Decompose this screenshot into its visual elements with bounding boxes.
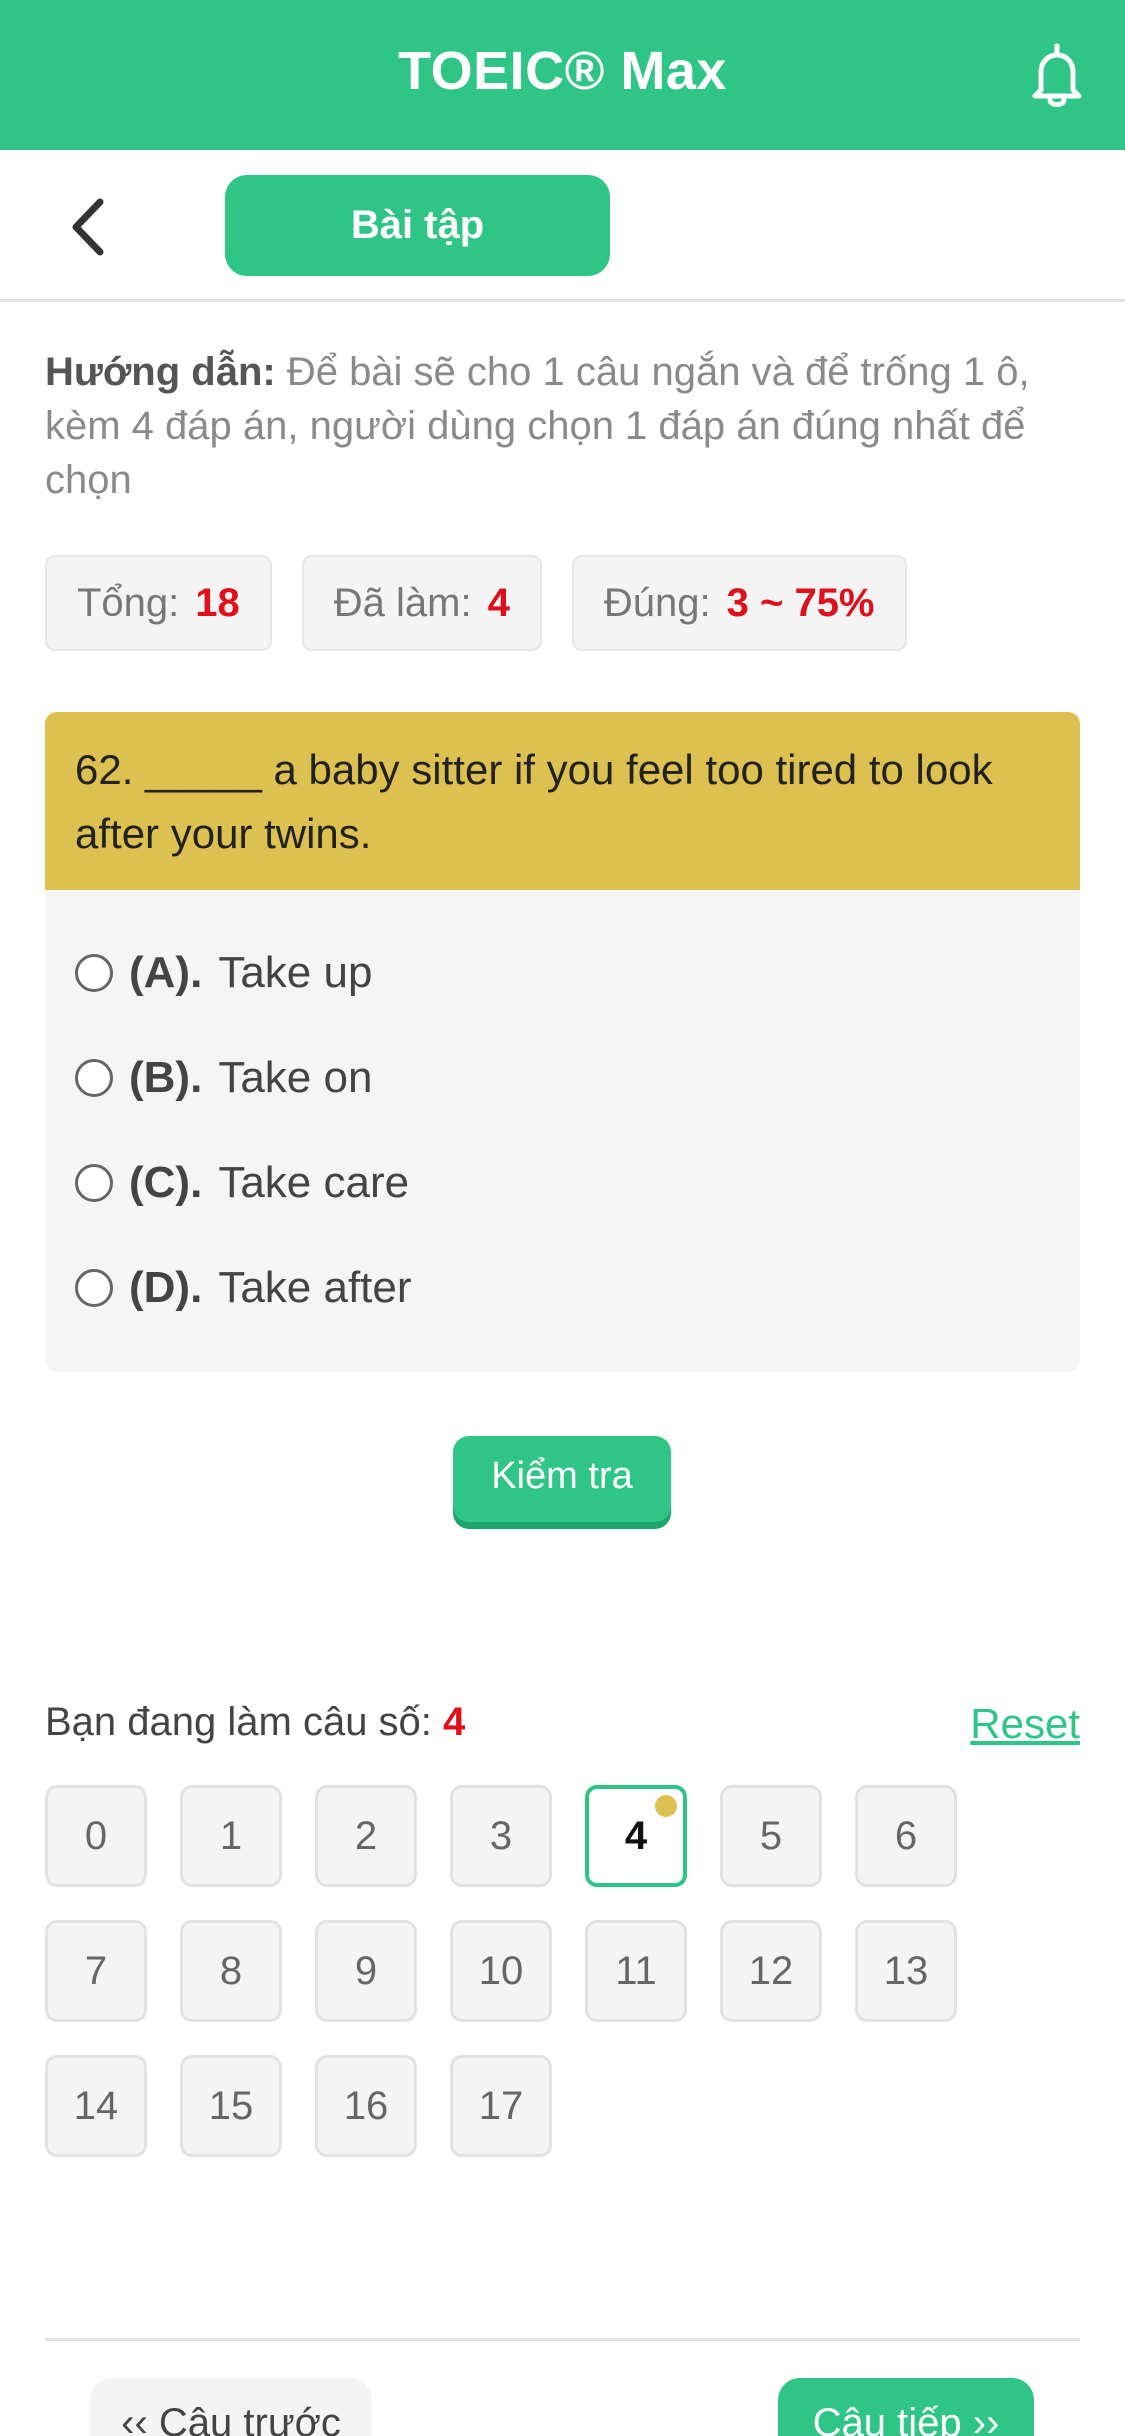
- instruction-label: Hướng dẫn:: [45, 350, 276, 394]
- question-number-cell[interactable]: 5: [720, 1785, 822, 1887]
- option-c[interactable]: (C). Take care: [45, 1130, 1080, 1235]
- question-number-cell[interactable]: 17: [450, 2055, 552, 2157]
- option-letter: (A).: [129, 947, 203, 997]
- question-number-cell[interactable]: 4: [585, 1785, 687, 1887]
- radio-button[interactable]: [75, 1163, 113, 1202]
- sub-nav: Bài tập: [0, 150, 1125, 302]
- option-d[interactable]: (D). Take after: [45, 1235, 1080, 1340]
- cell-number: 4: [624, 1814, 648, 1858]
- question-number-cell[interactable]: 11: [585, 1920, 687, 2022]
- stat-total: Tổng: 18: [45, 555, 272, 651]
- question-number-cell[interactable]: 6: [855, 1785, 957, 1887]
- question-card: 62. _____ a baby sitter if you feel too …: [45, 712, 1080, 1372]
- question-number-cell[interactable]: 3: [450, 1785, 552, 1887]
- stat-label: Tổng:: [77, 580, 180, 625]
- option-text: Take care: [218, 1157, 410, 1207]
- divider: [45, 2338, 1080, 2341]
- stat-label: Đúng:: [603, 580, 711, 625]
- next-question-button[interactable]: Câu tiếp ››: [778, 2378, 1034, 2436]
- option-text: Take up: [218, 947, 373, 997]
- question-number-cell[interactable]: 7: [45, 1920, 147, 2022]
- current-label: Bạn đang làm câu số:: [45, 1700, 432, 1744]
- instruction: Hướng dẫn: Để bài sẽ cho 1 câu ngắn và đ…: [45, 345, 1085, 507]
- bell-icon[interactable]: [1017, 36, 1097, 116]
- reset-link[interactable]: Reset: [970, 1700, 1080, 1748]
- question-number-cell[interactable]: 13: [855, 1920, 957, 2022]
- question-text: 62. _____ a baby sitter if you feel too …: [45, 712, 1080, 890]
- radio-button[interactable]: [75, 953, 113, 992]
- tab-bai-tap[interactable]: Bài tập: [225, 175, 610, 276]
- stat-correct: Đúng: 3 ~ 75%: [571, 555, 907, 651]
- question-number-cell[interactable]: 9: [315, 1920, 417, 2022]
- option-letter: (C).: [129, 1157, 203, 1207]
- question-number-cell[interactable]: 1: [180, 1785, 282, 1887]
- question-number-cell[interactable]: 2: [315, 1785, 417, 1887]
- option-b[interactable]: (B). Take on: [45, 1025, 1080, 1130]
- radio-button[interactable]: [75, 1268, 113, 1307]
- app-title: TOEIC® Max: [398, 41, 727, 101]
- current-question: Bạn đang làm câu số: 4: [45, 1700, 465, 1745]
- question-number-cell[interactable]: 12: [720, 1920, 822, 2022]
- current-indicator-dot: [655, 1795, 677, 1817]
- prev-question-button[interactable]: ‹‹ Câu trước: [90, 2378, 372, 2436]
- question-number-cell[interactable]: 14: [45, 2055, 147, 2157]
- question-number-cell[interactable]: 0: [45, 1785, 147, 1887]
- current-number: 4: [443, 1700, 466, 1744]
- answer-options: (A). Take up (B). Take on (C). Take care…: [45, 890, 1080, 1340]
- option-text: Take after: [218, 1262, 412, 1312]
- stat-value: 4: [487, 580, 510, 625]
- chevron-left-icon[interactable]: [56, 192, 126, 262]
- stat-value: 3 ~ 75%: [726, 580, 875, 625]
- option-text: Take on: [218, 1052, 373, 1102]
- option-letter: (D).: [129, 1262, 203, 1312]
- stat-value: 18: [195, 580, 240, 625]
- stats-row: Tổng: 18 Đã làm: 4 Đúng: 3 ~ 75%: [45, 555, 907, 651]
- stat-label: Đã làm:: [333, 580, 472, 625]
- check-button[interactable]: Kiểm tra: [453, 1436, 671, 1522]
- question-number-cell[interactable]: 16: [315, 2055, 417, 2157]
- question-number-cell[interactable]: 15: [180, 2055, 282, 2157]
- option-letter: (B).: [129, 1052, 203, 1102]
- question-number-cell[interactable]: 8: [180, 1920, 282, 2022]
- radio-button[interactable]: [75, 1058, 113, 1097]
- stat-done: Đã làm: 4: [301, 555, 542, 651]
- app-bar: TOEIC® Max: [0, 0, 1125, 150]
- option-a[interactable]: (A). Take up: [45, 920, 1080, 1025]
- question-number-cell[interactable]: 10: [450, 1920, 552, 2022]
